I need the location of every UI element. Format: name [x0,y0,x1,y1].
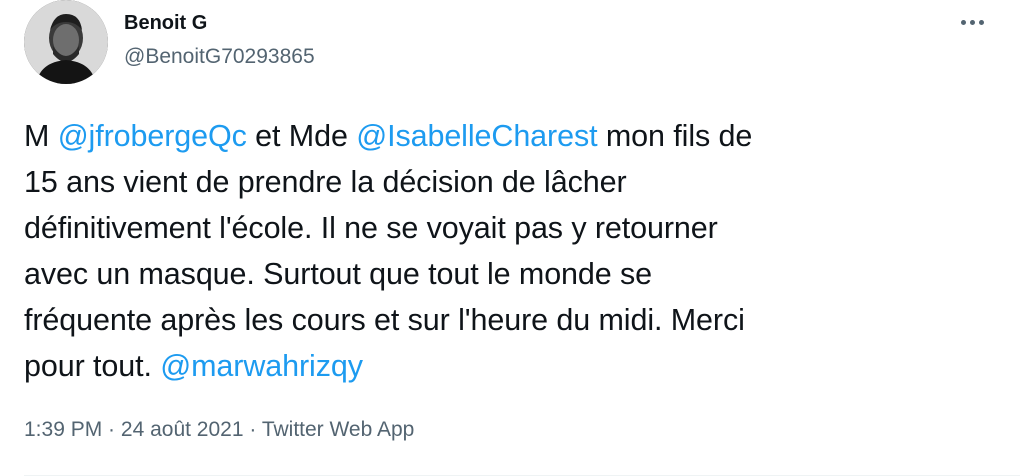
more-horizontal-icon [960,19,966,25]
tweet-text-line: pour tout. @marwahrizqy [24,343,999,389]
author-handle[interactable]: @BenoitG70293865 [124,44,315,70]
meta-separator: · [102,418,121,441]
more-dot [978,19,984,25]
tweet-text-segment: pour tout. [24,349,161,383]
profile-photo-icon [24,0,108,84]
tweet-text-line: avec un masque. Surtout que tout le mond… [24,251,999,297]
mention-link[interactable]: @IsabelleCharest [356,119,597,153]
mention-link[interactable]: @marwahrizqy [160,349,363,383]
tweet-text-segment: 15 ans vient de prendre la décision de l… [24,165,627,199]
tweet-text-line: définitivement l'école. Il ne se voyait … [24,205,999,251]
meta-separator: · [243,418,262,441]
avatar[interactable] [24,0,108,84]
tweet-text-segment: définitivement l'école. Il ne se voyait … [24,211,718,245]
author-display-name[interactable]: Benoit G [124,10,207,36]
tweet-text-segment: mon fils de [597,119,753,153]
tweet-text-segment: avec un masque. Surtout que tout le mond… [24,257,653,291]
tweet-text-segment: fréquente après les cours et sur l'heure… [24,303,745,337]
mention-link[interactable]: @jfrobergeQc [58,119,247,153]
tweet-card: Benoit G @BenoitG70293865 M @jfrobergeQc… [0,0,1020,476]
tweet-time[interactable]: 1:39 PM [24,418,102,441]
tweet-text-segment: M [24,119,58,153]
tweet-source[interactable]: Twitter Web App [262,418,415,441]
tweet-date[interactable]: 24 août 2021 [121,418,244,441]
tweet-text-segment: et Mde [246,119,357,153]
tweet-text-line: fréquente après les cours et sur l'heure… [24,297,999,343]
tweet-text-line: 15 ans vient de prendre la décision de l… [24,159,999,205]
tweet-text: M @jfrobergeQc et Mde @IsabelleCharest m… [24,113,999,389]
more-dot [969,19,975,25]
tweet-text-line: M @jfrobergeQc et Mde @IsabelleCharest m… [24,113,999,159]
tweet-meta: 1:39 PM · 24 août 2021 · Twitter Web App [24,416,414,444]
more-options-button[interactable] [954,12,990,32]
